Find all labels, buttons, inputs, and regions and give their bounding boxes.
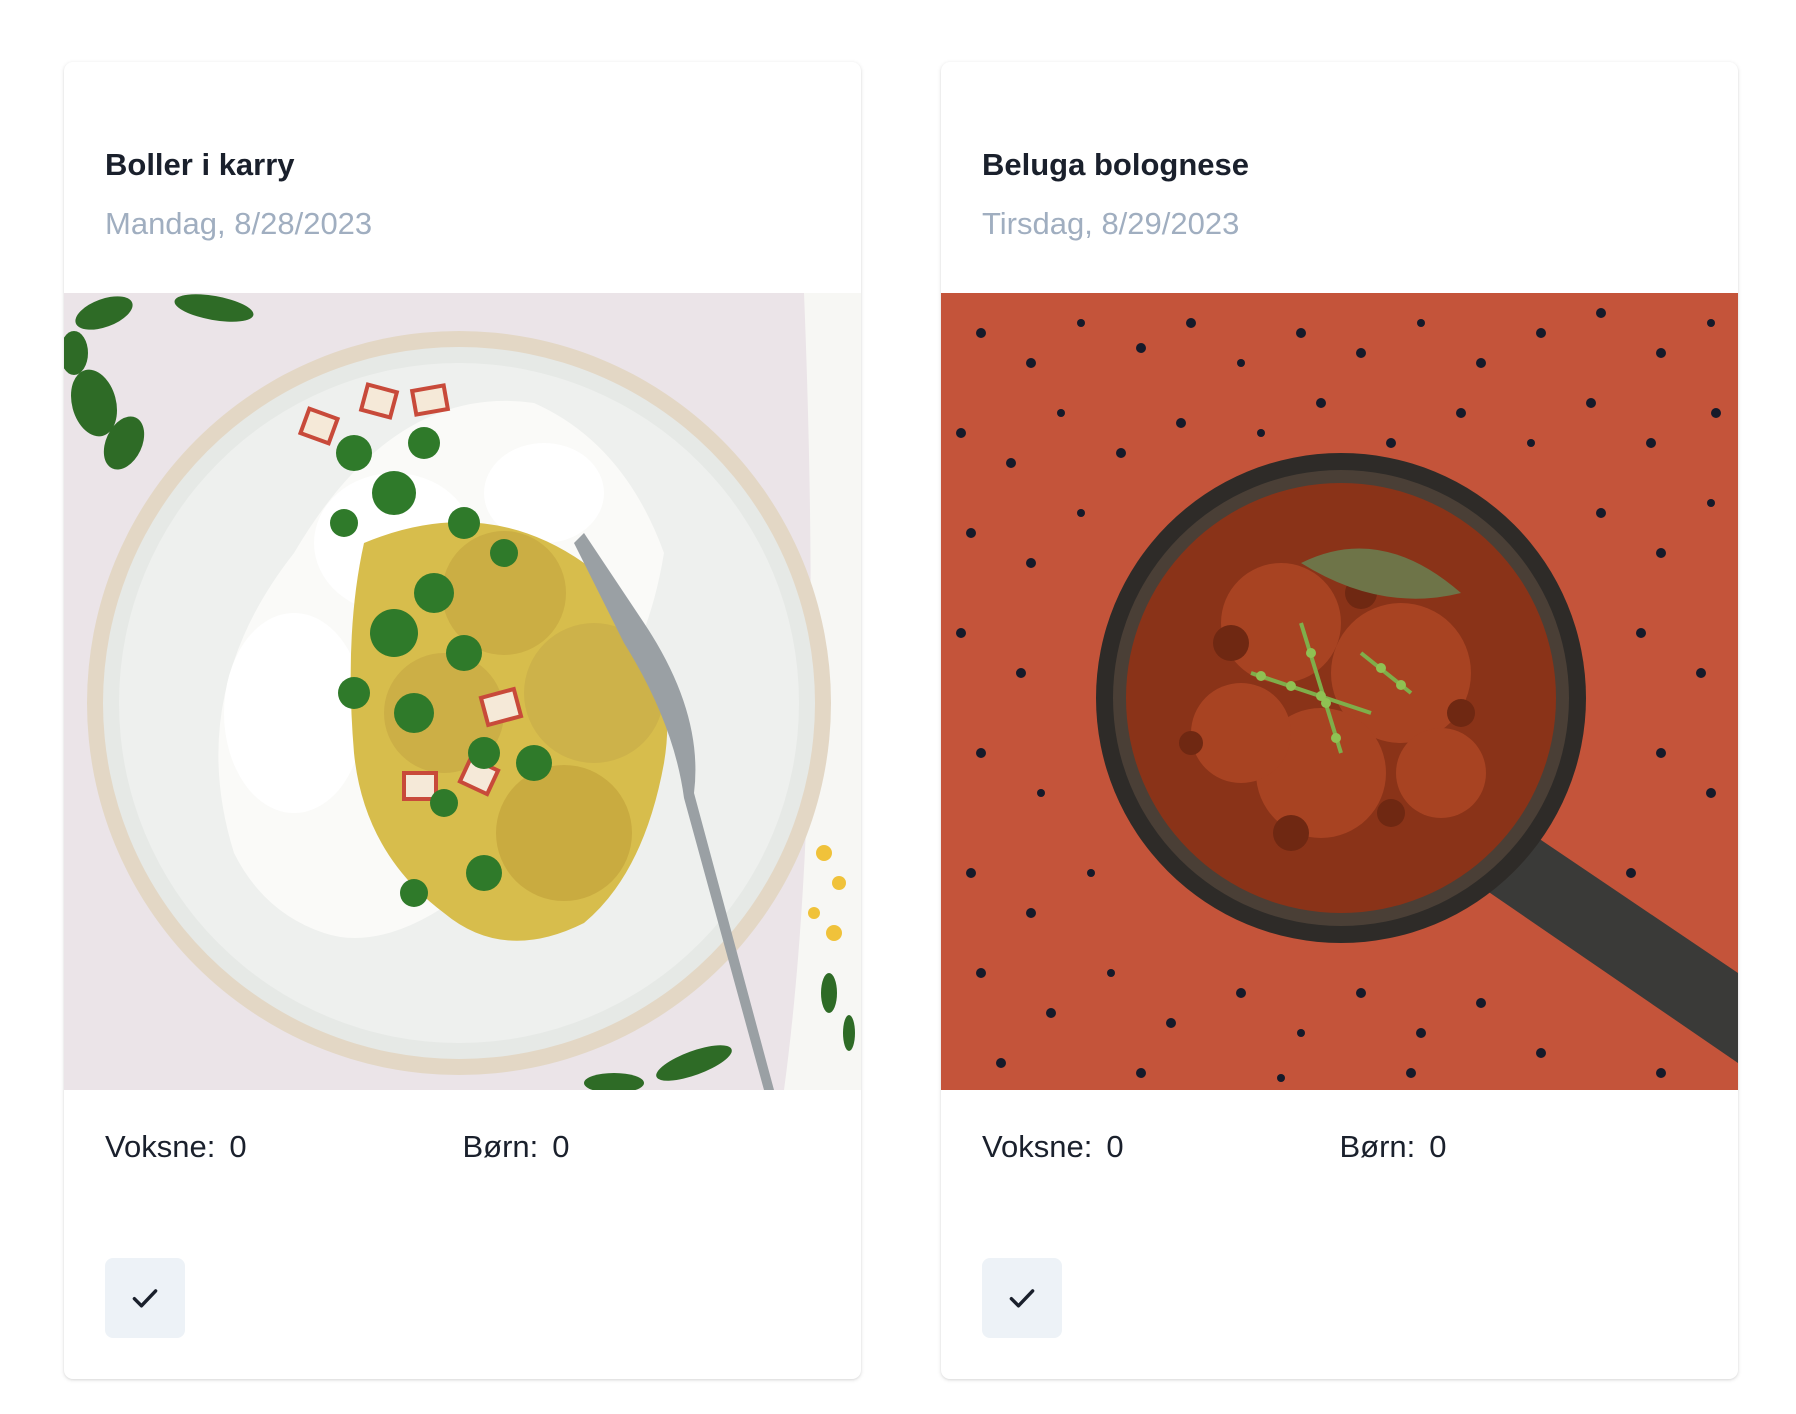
meal-title: Beluga bolognese: [982, 147, 1249, 182]
meal-date: Tirsdag, 8/29/2023: [982, 206, 1240, 241]
children-label: Børn:: [462, 1129, 539, 1164]
guest-counts: Voksne: 0 Børn: 0: [105, 1129, 820, 1165]
meal-photo: [64, 293, 861, 1090]
children-count: Børn: 0: [463, 1129, 821, 1165]
check-icon: [1009, 1289, 1035, 1308]
guest-counts: Voksne: 0 Børn: 0: [982, 1129, 1697, 1165]
meal-card: Beluga bolognese Tirsdag, 8/29/2023 Voks…: [941, 62, 1738, 1379]
adults-label: Voksne:: [105, 1129, 216, 1164]
adults-count: Voksne: 0: [982, 1129, 1340, 1165]
meal-title: Boller i karry: [105, 147, 295, 182]
adults-count: Voksne: 0: [105, 1129, 463, 1165]
children-count: Børn: 0: [1340, 1129, 1698, 1165]
adults-value: 0: [229, 1129, 247, 1164]
confirm-button[interactable]: [982, 1258, 1062, 1338]
check-icon: [132, 1289, 158, 1308]
confirm-button[interactable]: [105, 1258, 185, 1338]
meal-card: Boller i karry Mandag, 8/28/2023 Voksne:…: [64, 62, 861, 1379]
children-value: 0: [552, 1129, 570, 1164]
meal-photo: [941, 293, 1738, 1090]
meal-date: Mandag, 8/28/2023: [105, 206, 373, 241]
adults-label: Voksne:: [982, 1129, 1093, 1164]
children-value: 0: [1429, 1129, 1447, 1164]
children-label: Børn:: [1339, 1129, 1416, 1164]
meal-card-grid: Boller i karry Mandag, 8/28/2023 Voksne:…: [64, 62, 1738, 1379]
adults-value: 0: [1106, 1129, 1124, 1164]
